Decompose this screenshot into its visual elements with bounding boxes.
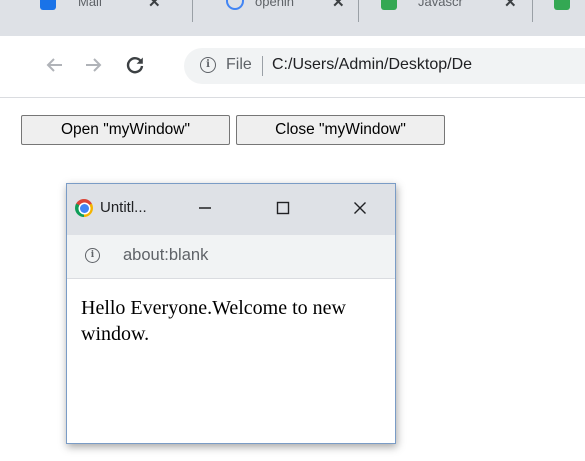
popup-url[interactable]: about:blank: [123, 246, 208, 265]
back-arrow-icon: [46, 58, 62, 72]
close-icon: [354, 202, 366, 214]
tab-javascript[interactable]: Javascr ✕: [366, 0, 536, 36]
address-scheme-label: File: [226, 56, 252, 73]
address-separator: [262, 56, 263, 76]
close-window-control[interactable]: [340, 192, 380, 224]
tab-openin[interactable]: openin ✕: [200, 0, 360, 36]
js-favicon-icon: [381, 0, 397, 10]
maximize-button[interactable]: [263, 192, 303, 224]
mail-favicon-icon: [40, 0, 56, 10]
info-icon[interactable]: i: [200, 57, 216, 73]
tab-mail[interactable]: Mail ✕: [0, 0, 175, 36]
address-bar[interactable]: i File C:/Users/Admin/Desktop/De: [184, 48, 585, 84]
tab-separator: [532, 0, 533, 22]
tab-title: Mail: [78, 0, 102, 9]
forward-button[interactable]: [78, 50, 108, 80]
minimize-button[interactable]: [185, 192, 225, 224]
reload-icon: [126, 57, 144, 74]
popup-window: Untitl... i about:blank Hello Everyone.W…: [66, 183, 396, 444]
close-window-button[interactable]: Close "myWindow": [236, 115, 445, 145]
back-button[interactable]: [40, 50, 70, 80]
js-favicon-icon: [554, 0, 570, 10]
tab-separator: [358, 0, 359, 22]
open-window-button[interactable]: Open "myWindow": [21, 115, 230, 145]
popup-address-bar[interactable]: i about:blank: [67, 235, 395, 279]
minimize-icon: [199, 207, 211, 209]
chrome-favicon-icon: [226, 0, 244, 10]
tab-close-icon[interactable]: ✕: [148, 0, 161, 11]
tab-close-icon[interactable]: ✕: [504, 0, 517, 11]
tab-close-icon[interactable]: ✕: [332, 0, 345, 11]
popup-titlebar[interactable]: Untitl...: [67, 184, 395, 235]
chrome-logo-icon: [75, 199, 93, 217]
browser-toolbar: i File C:/Users/Admin/Desktop/De: [0, 36, 585, 98]
tab-title: openin: [255, 0, 295, 9]
forward-arrow-icon: [86, 58, 102, 72]
popup-content-text: Hello Everyone.Welcome to new window.: [81, 297, 346, 345]
address-url[interactable]: C:/Users/Admin/Desktop/De: [272, 56, 472, 74]
reload-button[interactable]: [120, 50, 150, 80]
tab-strip: Mail ✕ openin ✕ Javascr ✕: [0, 0, 585, 36]
tab-partial[interactable]: [540, 0, 585, 36]
info-icon[interactable]: i: [85, 248, 100, 263]
tab-separator: [192, 0, 193, 22]
popup-title: Untitl...: [100, 199, 147, 216]
maximize-icon: [276, 201, 290, 215]
tab-title: Javascr: [418, 0, 463, 9]
